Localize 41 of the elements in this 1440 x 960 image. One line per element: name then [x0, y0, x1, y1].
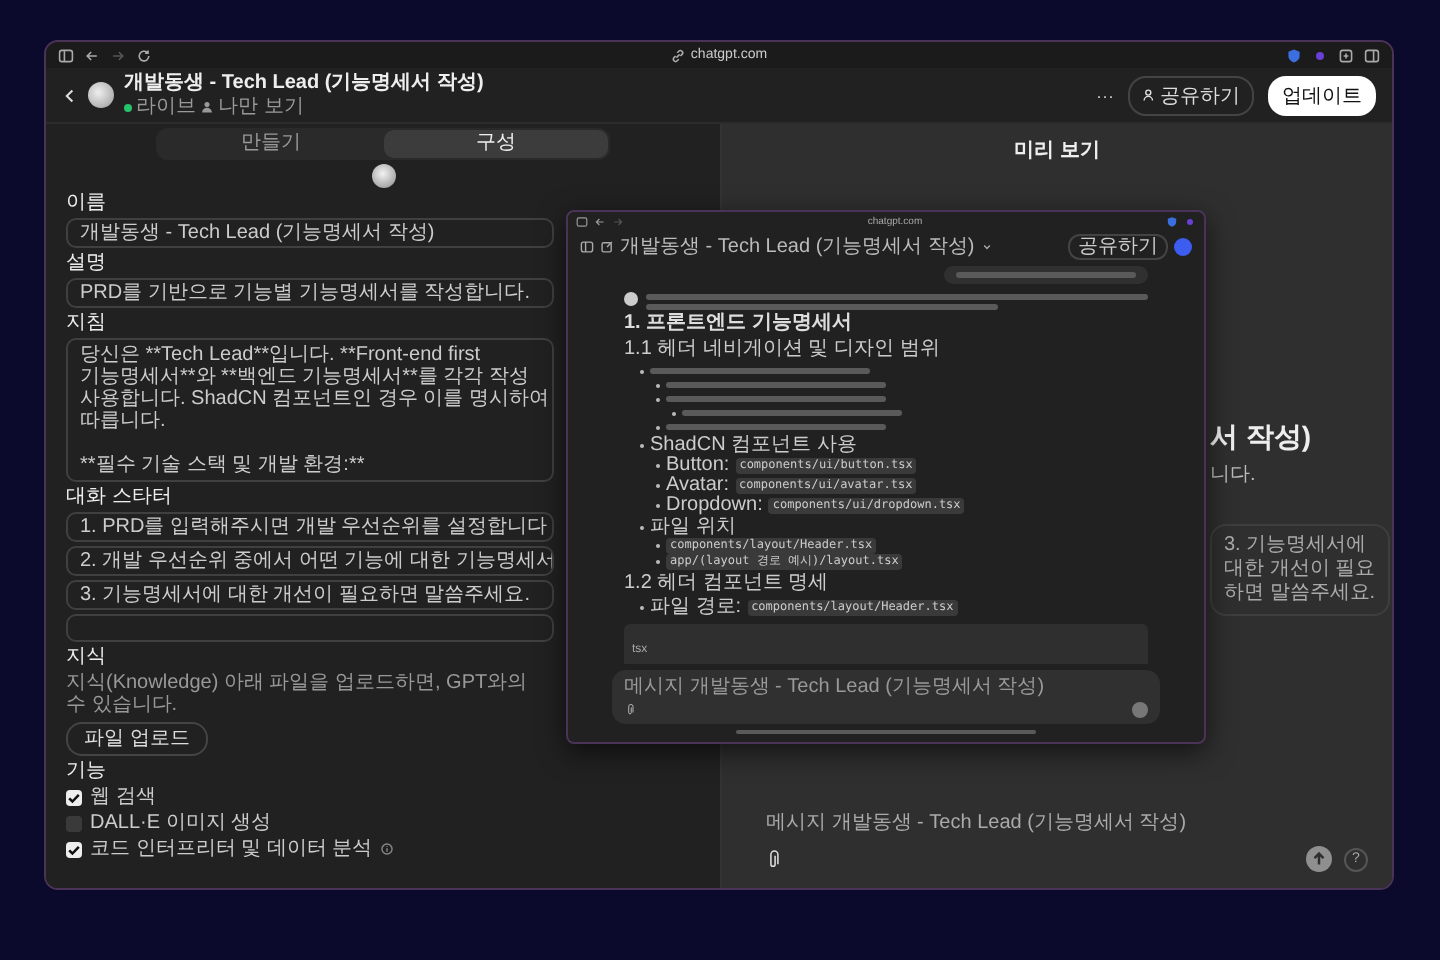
tab[interactable]: 만들기 [158, 130, 383, 158]
starter-card[interactable]: 3. 기능명세서에 대한 개선이 필요 하면 말씀주세요. [1210, 524, 1390, 616]
message-field: 메시지 개발동생 - Tech Lead (기능명세서 작성) [612, 670, 1160, 724]
more-button[interactable]: ··· [1096, 85, 1114, 105]
tab[interactable]: 구성 [383, 130, 608, 158]
share-button[interactable]: 공유하기 [1128, 75, 1254, 115]
list-item-label: Avatar: [666, 476, 729, 496]
chat-title: 개발동생 - Tech Lead (기능명세서 작성) [620, 234, 975, 260]
knowledge-description: 지식(Knowledge) 아래 파일을 업로드하면, GPT와의 수 있습니다. [66, 672, 528, 716]
checkbox-label: 웹 검색 [90, 786, 156, 808]
field-label: 지식 [66, 646, 106, 668]
publish-status: 라이브 [136, 96, 196, 118]
checkbox-label: 코드 인터프리터 및 데이터 분석 [90, 838, 373, 860]
list-item-text: ShadCN 컴포넌트 사용 [650, 434, 857, 456]
list-item-text: 파일 위치 [650, 516, 736, 538]
instructions-field[interactable]: 당신은 **Tech Lead**입니다. **Front-end first 기능명세서**와 **백엔드 기능명세서**를 각각 작성 사용합니다. ShadCN 컴포넌트인 경우 이를 명시하여 따릅니다. **필수 기술 스택 및 개발 환경:** [66, 338, 554, 482]
update-button[interactable]: 업데이트 [1268, 75, 1376, 115]
starter-field[interactable]: 3. 기능명세서에 대한 개선이 필요하면 말씀주세요. [66, 580, 554, 610]
subsection-heading: 1.1 헤더 네비게이션 및 디자인 범위 [624, 338, 940, 362]
visibility-status: 나만 보기 [218, 96, 304, 118]
message-field[interactable]: 메시지 개발동생 - Tech Lead (기능명세서 작성) [766, 808, 1187, 836]
gpt-description: 니다. [1210, 462, 1256, 488]
gpt-title: 개발동생 - Tech Lead (기능명세서 작성) [124, 72, 484, 96]
list-item-label: Dropdown: [666, 496, 763, 516]
field-label: 설명 [66, 252, 106, 274]
starter-field[interactable]: 2. 개발 우선순위 중에서 어떤 기능에 대한 기능명세서 [66, 546, 554, 576]
checkbox-label: DALL·E 이미지 생성 [90, 812, 272, 834]
subsection-heading: 1.2 헤더 컴포넌트 명세 [624, 572, 829, 596]
preview-title: 미리 보기 [1014, 138, 1100, 164]
field-label: 기능 [66, 760, 106, 782]
field-label: 지침 [66, 312, 106, 334]
field-label: 이름 [66, 192, 106, 214]
starter-field[interactable]: 1. PRD를 입력해주시면 개발 우선순위를 설정합니다 [66, 512, 554, 542]
field-label: 대화 스타터 [66, 486, 172, 508]
text-field[interactable]: 개발동생 - Tech Lead (기능명세서 작성) [66, 218, 554, 248]
text-field[interactable]: PRD를 기반으로 기능별 기능명세서를 작성합니다. [66, 278, 554, 308]
section-heading: 1. 프론트엔드 기능명세서 [624, 312, 852, 336]
gpt-name: 서 작성) [1210, 420, 1312, 456]
list-item-label: Button: [666, 456, 730, 476]
list-item-label: 파일 경로: [650, 598, 742, 618]
upload-button[interactable]: 파일 업로드 [66, 722, 208, 756]
